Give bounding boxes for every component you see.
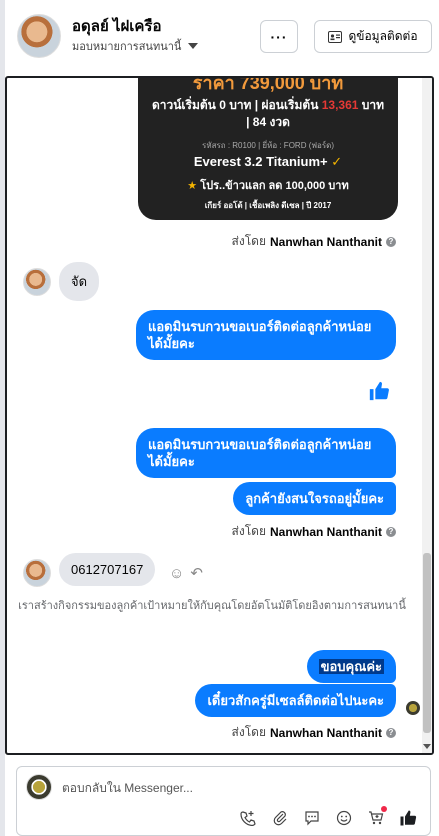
- conversation-header: อดุลย์ ไฝเครือ มอบหมายการสนทนานี้ ··· ดู…: [5, 0, 439, 76]
- emoji-icon[interactable]: [335, 809, 353, 827]
- scroll-down-icon[interactable]: [423, 744, 431, 749]
- messenger-app: อดุลย์ ไฝเครือ มอบหมายการสนทนานี้ ··· ดู…: [0, 0, 439, 836]
- reply-icon[interactable]: ↶: [190, 564, 203, 582]
- system-note: เราสร้างกิจกรรมของลูกค้าเป้าหมายให้กับคุ…: [18, 600, 406, 612]
- card-model: Everest 3.2 Titanium+ ✓: [193, 154, 343, 169]
- card-term: | 84 งวด: [246, 115, 290, 129]
- reply-composer: [16, 766, 431, 836]
- card-specs: เกียร์ ออโต้ | เชื้อเพลิง ดีเซล | ปี 201…: [204, 201, 332, 210]
- assign-label: มอบหมายการสนทนานี้: [72, 41, 182, 53]
- reply-input[interactable]: [62, 778, 362, 798]
- sent-by-label: ส่งโดย Nanwhan Nanthanit?: [232, 522, 396, 541]
- help-icon: ?: [386, 236, 396, 247]
- thumbs-up-icon[interactable]: [399, 809, 417, 827]
- help-icon: ?: [386, 727, 396, 738]
- notification-dot: [381, 806, 387, 812]
- contact-avatar[interactable]: [17, 14, 61, 58]
- contact-name[interactable]: อดุลย์ ไฝเครือ: [72, 14, 161, 38]
- assign-conversation-dropdown[interactable]: มอบหมายการสนทนานี้: [72, 37, 199, 55]
- scrollbar[interactable]: [422, 78, 432, 753]
- outgoing-message[interactable]: แอดมินรบกวนขอเบอร์ติดต่อลูกค้าหน่อยได้มั…: [136, 428, 396, 478]
- sent-by-label: ส่งโดย Nanwhan Nanthanit?: [232, 232, 396, 251]
- thumbs-up-icon[interactable]: [368, 380, 390, 402]
- scrollbar-thumb[interactable]: [423, 553, 431, 733]
- outgoing-message[interactable]: ขอบคุณค่ะ: [306, 650, 396, 683]
- more-options-button[interactable]: ···: [260, 20, 298, 53]
- message-thread[interactable]: ราคา 739,000 บาท ดาวน์เริ่มต้น 0 บาท | ผ…: [5, 76, 434, 755]
- outgoing-message[interactable]: เดี๋ยวสักครู่มีเซลล์ติดต่อไปนะคะ: [195, 684, 396, 717]
- ellipsis-icon: ···: [270, 28, 288, 45]
- view-contact-info-button[interactable]: ดูข้อมูลติดต่อ: [314, 20, 432, 53]
- caret-down-icon: [188, 43, 199, 49]
- page-avatar: [26, 774, 52, 800]
- cart-icon[interactable]: [367, 806, 387, 827]
- smile-icon[interactable]: ☺: [169, 565, 184, 582]
- card-price: ราคา 739,000 บาท: [192, 76, 344, 93]
- contact-avatar-small: [23, 268, 51, 296]
- sent-by-label: ส่งโดย Nanwhan Nanthanit?: [232, 723, 396, 742]
- card-promo: ★ โปร..ข้าวแลก ลด 100,000 บาท: [187, 180, 349, 192]
- message-actions: ☺ ↶: [169, 564, 203, 583]
- contact-avatar-small: [23, 559, 51, 587]
- contact-info-label: ดูข้อมูลติดต่อ: [348, 29, 418, 43]
- message-bubble-icon[interactable]: [303, 809, 321, 827]
- card-code: รหัสรถ : R0100 | ยี่ห้อ : FORD (ฟอร์ด): [202, 141, 334, 150]
- help-icon: ?: [386, 526, 396, 537]
- incoming-message[interactable]: จัด: [59, 262, 100, 301]
- contact-card-icon: [328, 30, 343, 43]
- attachment-icon[interactable]: [271, 809, 289, 827]
- car-listing-card[interactable]: ราคา 739,000 บาท ดาวน์เริ่มต้น 0 บาท | ผ…: [138, 76, 398, 220]
- add-call-icon[interactable]: [239, 809, 257, 827]
- incoming-message[interactable]: 0612707167: [59, 553, 156, 586]
- composer-toolbar: [239, 806, 417, 827]
- outgoing-message[interactable]: แอดมินรบกวนขอเบอร์ติดต่อลูกค้าหน่อยได้มั…: [136, 310, 396, 360]
- outgoing-message[interactable]: ลูกค้ายังสนใจรถอยู่มั้ยคะ: [233, 482, 396, 515]
- seen-avatar: [406, 701, 420, 715]
